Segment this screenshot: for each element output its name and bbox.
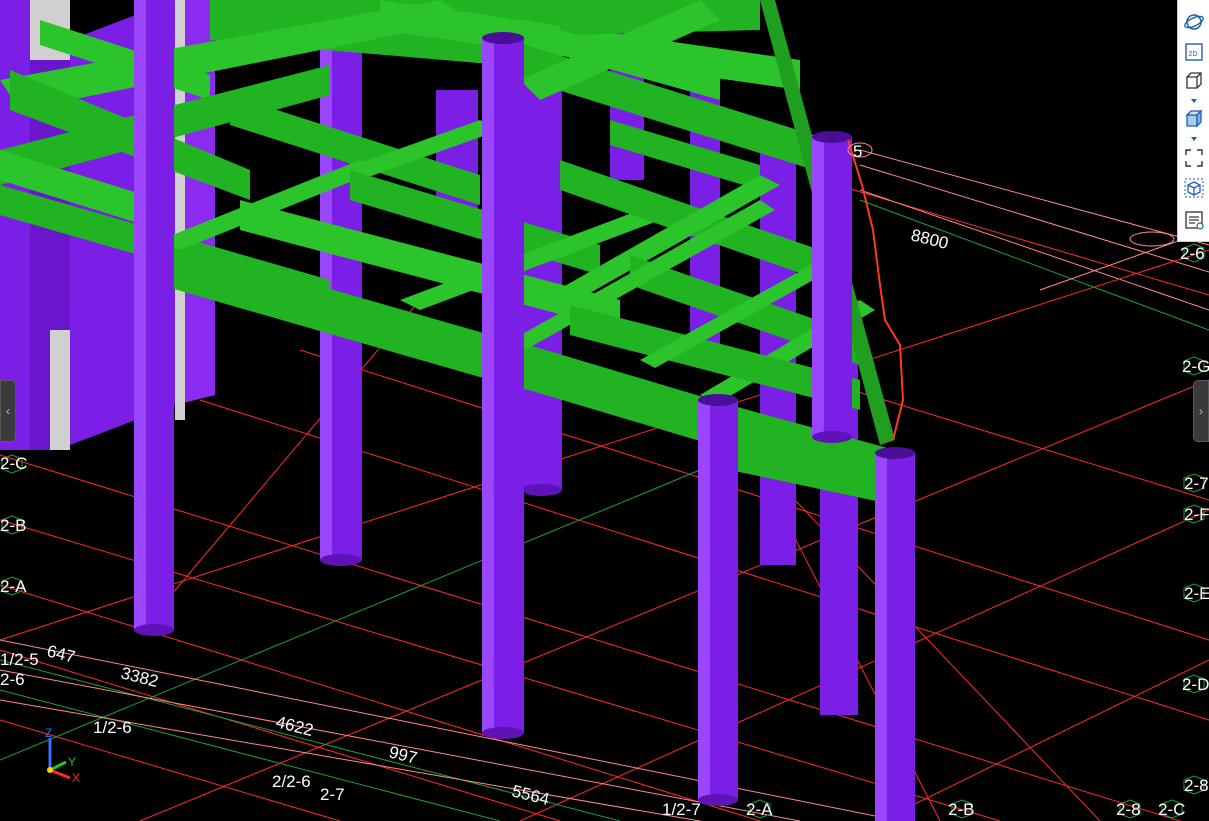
grid-label: 2-B bbox=[0, 516, 26, 535]
shaded-box-button[interactable] bbox=[1182, 107, 1206, 131]
grid-label: 2-A bbox=[0, 577, 27, 596]
chevron-left-icon: ‹ bbox=[6, 404, 10, 418]
grid-label: 1/2-7 bbox=[662, 800, 701, 819]
grid-label: 2-D bbox=[1182, 675, 1209, 694]
grid-label: 2-7 bbox=[320, 785, 345, 804]
properties-icon bbox=[1185, 211, 1204, 230]
grid-label: 2-8 bbox=[1184, 776, 1209, 795]
grid-bubbles bbox=[847, 142, 1175, 247]
dimension-label: 8800 bbox=[909, 225, 950, 253]
3d-model-viewport[interactable]: 2-6 2-G 2-7 2-F 2-E 2-D 2-8 2-C 2-B 2-A … bbox=[0, 0, 1209, 821]
view-toolbar: 2D bbox=[1177, 0, 1209, 242]
properties-button[interactable] bbox=[1182, 208, 1206, 232]
grid-label: 2-7 bbox=[1184, 474, 1209, 493]
grid-label: 1/2-6 bbox=[93, 718, 132, 737]
grid-label: 2-A bbox=[746, 800, 773, 819]
dimension-label: 3382 bbox=[119, 663, 160, 691]
grid-label: 2-F bbox=[1184, 505, 1209, 524]
dimension-label: 647 bbox=[45, 641, 77, 666]
grid-label: 1/2-5 bbox=[0, 650, 39, 669]
grid-label: 2-8 bbox=[1116, 800, 1141, 819]
grid-label: 2-G bbox=[1182, 357, 1209, 376]
grid-label: 2-C bbox=[0, 454, 27, 473]
orbit-button[interactable] bbox=[1182, 10, 1206, 34]
chevron-down-icon[interactable] bbox=[1188, 135, 1200, 143]
svg-text:2D: 2D bbox=[1189, 51, 1198, 58]
axis-triad: Z Y X bbox=[45, 726, 80, 785]
grid-label: 5 bbox=[853, 142, 862, 161]
chevron-down-icon[interactable] bbox=[1188, 97, 1200, 105]
chevron-right-icon: › bbox=[1199, 404, 1203, 418]
grid-label: 2-6 bbox=[0, 670, 25, 689]
grid-label: 2-6 bbox=[1180, 244, 1205, 263]
right-panel-toggle[interactable]: › bbox=[1193, 380, 1209, 442]
2d-view-icon: 2D bbox=[1185, 43, 1203, 61]
grid-label: 2/2-6 bbox=[272, 772, 311, 791]
section-box-icon bbox=[1184, 178, 1204, 198]
fit-view-icon bbox=[1185, 149, 1203, 167]
axis-z-label: Z bbox=[45, 726, 52, 740]
section-box-button[interactable] bbox=[1182, 176, 1206, 200]
fit-view-button[interactable] bbox=[1182, 146, 1206, 170]
grid-label: 2-C bbox=[1158, 800, 1185, 819]
dimension-label: 5564 bbox=[510, 781, 551, 809]
axis-y-label: Y bbox=[68, 755, 76, 769]
2d-view-button[interactable]: 2D bbox=[1182, 40, 1206, 64]
grid-label: 2-E bbox=[1184, 584, 1209, 603]
left-panel-toggle[interactable]: ‹ bbox=[0, 380, 16, 442]
orbit-icon bbox=[1184, 14, 1204, 30]
3d-box-icon bbox=[1186, 72, 1202, 89]
axis-x-label: X bbox=[72, 771, 80, 785]
grid-label: 2-B bbox=[948, 800, 974, 819]
dimension-label: 997 bbox=[387, 742, 419, 767]
shaded-box-icon bbox=[1185, 109, 1203, 128]
3d-box-button[interactable] bbox=[1182, 69, 1206, 93]
